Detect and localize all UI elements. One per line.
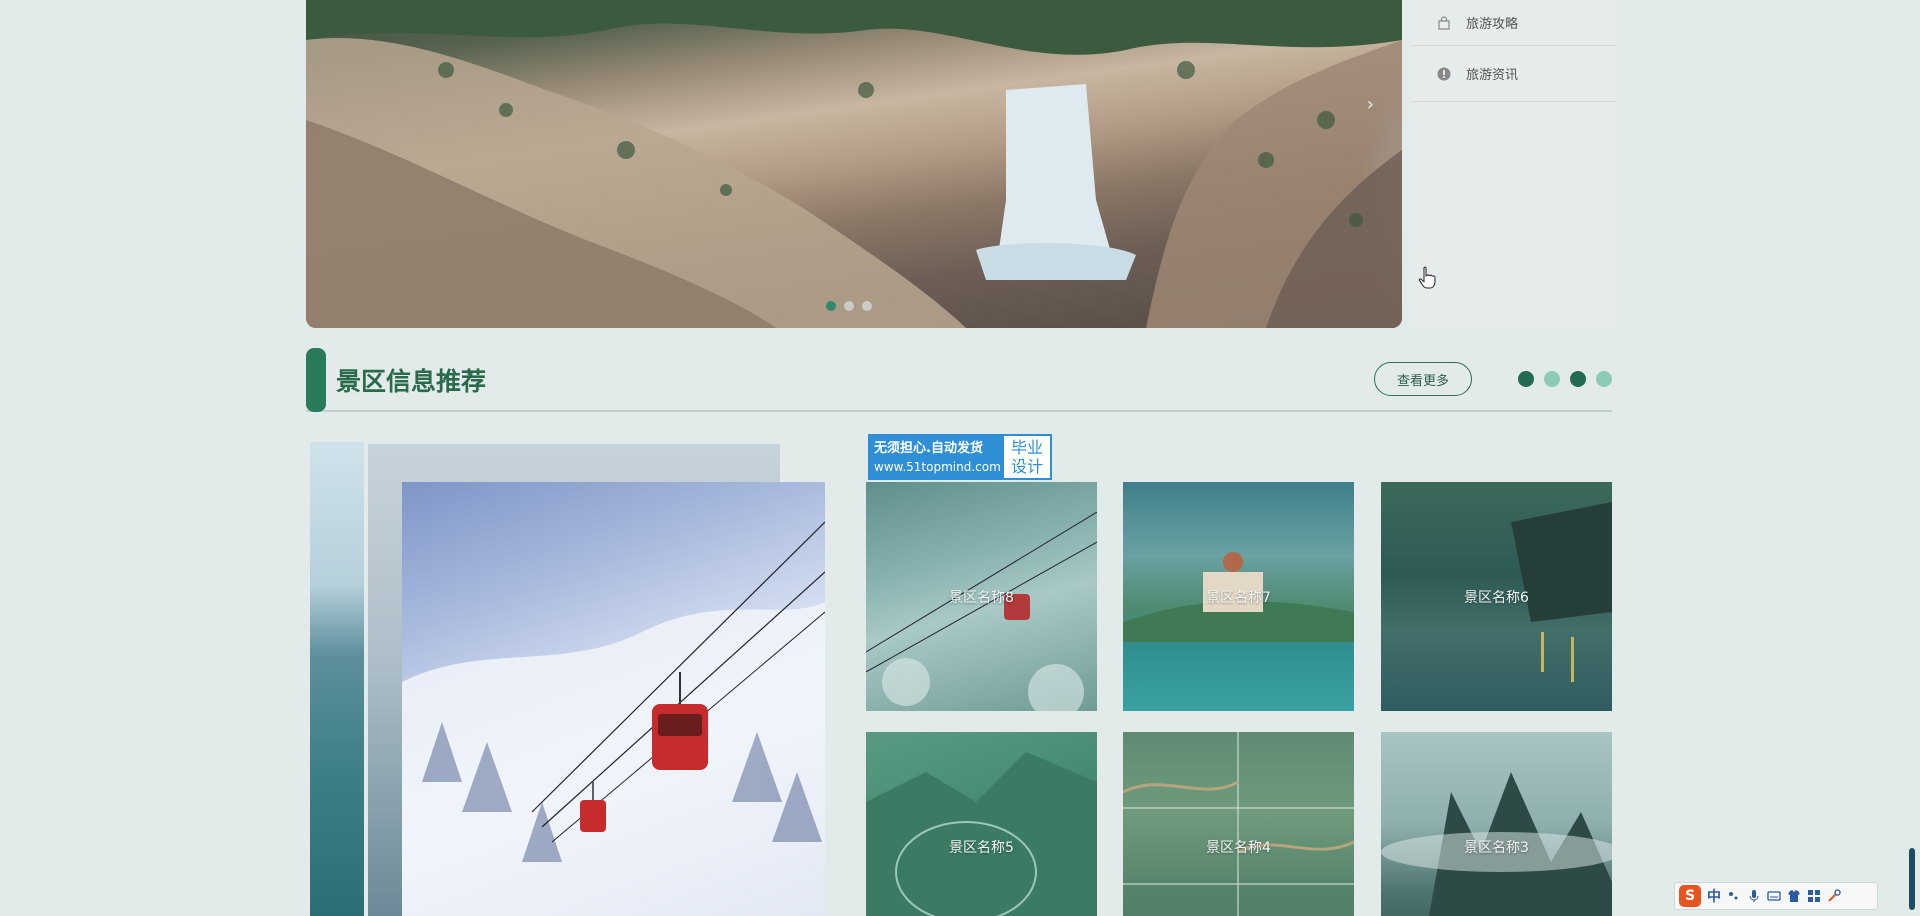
keyboard-icon[interactable]: [1767, 889, 1781, 903]
card-title: 景区名称6: [1464, 590, 1529, 606]
ime-toolbar[interactable]: S 中: [1674, 882, 1878, 910]
pager-dot[interactable]: [1596, 371, 1612, 387]
section-pager: [1518, 371, 1612, 387]
scenic-card[interactable]: 景区名称8: [866, 482, 1097, 711]
hero-image: [306, 0, 1402, 328]
scenic-card[interactable]: 景区名称3: [1381, 732, 1612, 916]
scenic-card[interactable]: 景区名称4: [1123, 732, 1354, 916]
hero-carousel[interactable]: ›: [306, 0, 1402, 328]
badge-side-line1: 毕业: [1010, 438, 1043, 457]
skin-shirt-icon[interactable]: [1787, 889, 1801, 903]
badge-line2: www.51topmind.com: [874, 460, 1001, 474]
info-circle-icon: [1436, 66, 1452, 82]
showcase-image-front[interactable]: [402, 482, 825, 916]
card-title: 景区名称5: [949, 840, 1014, 856]
watermark-badge: 无须担心.自动发货 www.51topmind.com 毕业 设计: [868, 434, 1052, 480]
ime-logo-icon[interactable]: S: [1679, 885, 1701, 907]
side-menu-label: 旅游攻略: [1466, 17, 1519, 32]
side-menu-item-guides[interactable]: 旅游攻略: [1412, 0, 1616, 46]
card-title: 景区名称7: [1206, 590, 1271, 606]
side-menu: 旅游攻略 旅游资讯: [1412, 0, 1616, 328]
view-more-button[interactable]: 查看更多: [1374, 362, 1472, 396]
badge-side-line2: 设计: [1010, 457, 1043, 476]
badge-text: 无须担心.自动发货 www.51topmind.com: [870, 436, 1004, 478]
section-title: 景区信息推荐: [336, 367, 487, 396]
pager-dot[interactable]: [1570, 371, 1586, 387]
grid-apps-icon[interactable]: [1807, 889, 1821, 903]
carousel-next-icon[interactable]: ›: [1367, 94, 1374, 115]
card-title: 景区名称3: [1464, 840, 1529, 856]
hand-cursor-icon: [1418, 266, 1436, 289]
section-header: 景区信息推荐 查看更多: [306, 348, 1612, 412]
ime-mode-toggle[interactable]: 中: [1707, 886, 1721, 906]
scenic-card[interactable]: 景区名称7: [1123, 482, 1354, 711]
side-menu-label: 旅游资讯: [1466, 68, 1519, 83]
tools-icon[interactable]: [1827, 889, 1841, 903]
pager-dot[interactable]: [1518, 371, 1534, 387]
cable-car-scene: [402, 521, 825, 916]
section-accent-bar: [306, 348, 326, 412]
scenic-card[interactable]: 景区名称6: [1381, 482, 1612, 711]
carousel-dot[interactable]: [844, 301, 854, 311]
carousel-dot[interactable]: [862, 301, 872, 311]
showcase-image-back[interactable]: [310, 442, 364, 916]
badge-line1: 无须担心.自动发货: [874, 441, 983, 456]
side-menu-item-news[interactable]: 旅游资讯: [1412, 46, 1616, 102]
card-image: [866, 752, 1097, 916]
microphone-icon[interactable]: [1747, 889, 1761, 903]
badge-side: 毕业 设计: [1004, 436, 1050, 478]
shopping-bag-icon: [1436, 15, 1452, 31]
card-title: 景区名称8: [949, 590, 1014, 606]
punctuation-icon[interactable]: [1727, 889, 1741, 903]
carousel-dot[interactable]: [826, 301, 836, 311]
page-scrollbar-thumb[interactable]: [1909, 848, 1915, 910]
pager-dot[interactable]: [1544, 371, 1560, 387]
card-image: [1381, 772, 1612, 916]
scenic-card[interactable]: 景区名称5: [866, 732, 1097, 916]
card-image: [1123, 732, 1354, 916]
carousel-indicators: [826, 301, 872, 311]
card-title: 景区名称4: [1206, 840, 1271, 856]
